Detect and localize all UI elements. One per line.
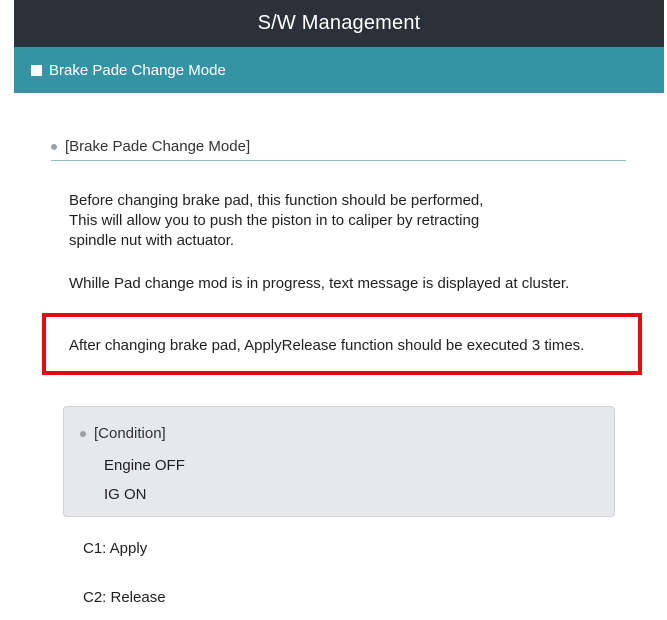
release-command[interactable]: C2: Release bbox=[83, 589, 166, 606]
condition-title: [Condition] bbox=[80, 425, 166, 442]
description-line: This will allow you to push the piston i… bbox=[69, 212, 480, 229]
progress-note: Whille Pad change mod is in progress, te… bbox=[69, 275, 570, 292]
bullet-icon bbox=[51, 143, 57, 150]
subheader-label: [Brake Pade Change Mode] bbox=[65, 138, 251, 155]
bullet-icon bbox=[80, 430, 86, 437]
description-line: spindle nut with actuator. bbox=[69, 232, 235, 249]
condition-item: IG ON bbox=[104, 486, 147, 503]
condition-item: Engine OFF bbox=[104, 457, 185, 474]
square-bullet-icon bbox=[31, 64, 42, 76]
apply-command[interactable]: C1: Apply bbox=[83, 540, 147, 557]
condition-title-label: [Condition] bbox=[94, 425, 166, 442]
subheader: [Brake Pade Change Mode] bbox=[51, 133, 626, 161]
highlight-note: After changing brake pad, ApplyRelease f… bbox=[69, 337, 585, 354]
window-title: S/W Management bbox=[14, 0, 664, 47]
sw-management-window: S/W Management Brake Pade Change Mode [B… bbox=[14, 0, 664, 620]
condition-box: [Condition] Engine OFF IG ON bbox=[63, 406, 615, 517]
description-line: Before changing brake pad, this function… bbox=[69, 192, 484, 209]
section-header: Brake Pade Change Mode bbox=[14, 47, 664, 93]
section-title: Brake Pade Change Mode bbox=[49, 61, 226, 79]
description-paragraph: Before changing brake pad, this function… bbox=[69, 191, 483, 251]
